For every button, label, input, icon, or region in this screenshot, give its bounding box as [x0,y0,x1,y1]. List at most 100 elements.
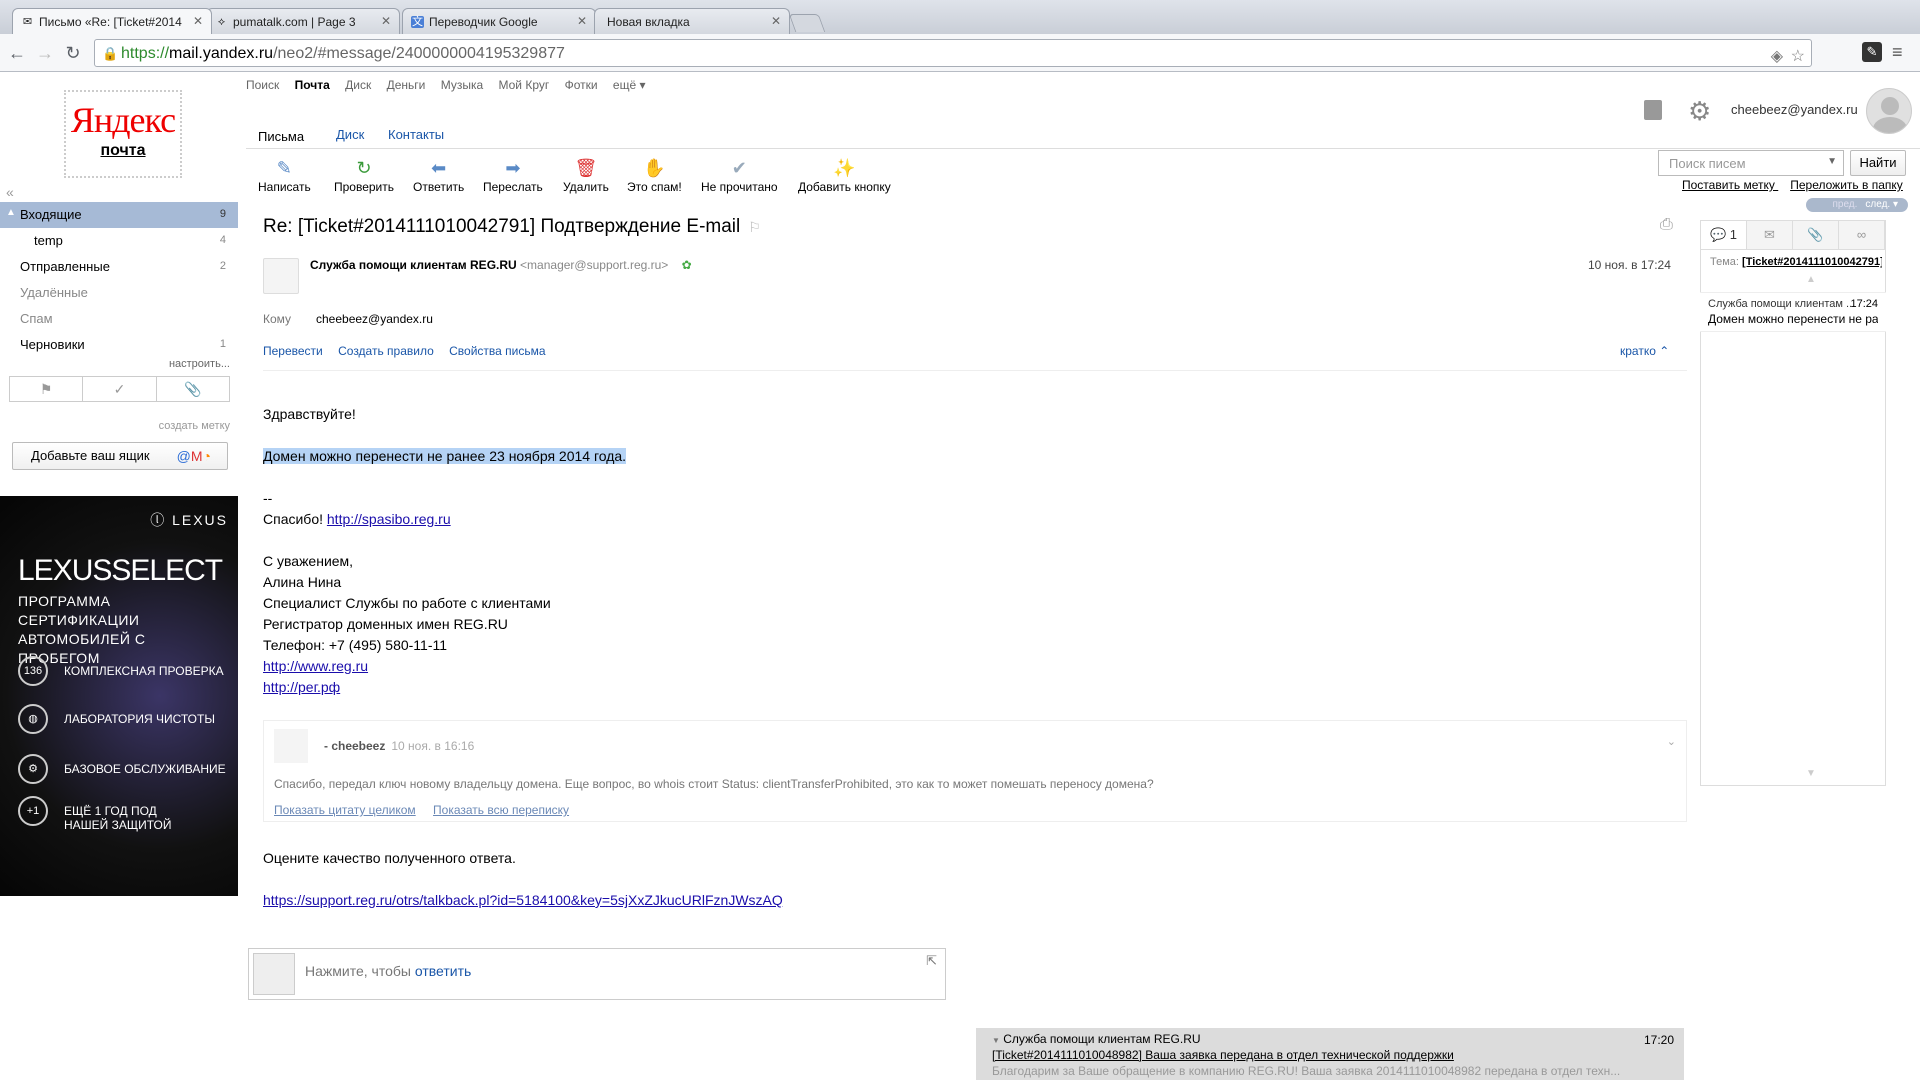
scroll-down-icon[interactable]: ▼ [1806,768,1816,779]
chevron-down-icon[interactable]: ⌄ [1667,735,1676,748]
close-icon[interactable]: ✕ [193,14,203,28]
lexus-advertisement[interactable]: ⓛ LEXUS LEXUSSELECT ПРОГРАММА СЕРТИФИКАЦ… [0,496,238,896]
spam-button[interactable]: ✋ Это спам! [627,158,682,194]
menu-icon[interactable]: ≡ [1892,42,1903,63]
add-mailbox-button[interactable]: Добавьте ваш ящик @M◔ [12,442,228,470]
user-email[interactable]: cheebeez@yandex.ru [1731,102,1858,117]
folder-deleted[interactable]: Удалённые [0,280,238,306]
new-mail-notification[interactable]: ▼ Служба помощи клиентам REG.RU 17:20 [T… [976,1028,1684,1080]
service-link-money[interactable]: Деньги [387,78,426,92]
show-thread-link[interactable]: Показать всю переписку [433,803,569,817]
attachment-tab-icon[interactable]: 📎 [1793,221,1839,249]
check-mail-button[interactable]: ↻ Проверить [334,158,394,194]
star-icon[interactable]: ☆ [1791,46,1805,66]
address-bar[interactable]: 🔒 https://mail.yandex.ru/neo2/#message/2… [94,39,1812,67]
close-icon[interactable]: ✕ [577,14,587,28]
folder-inbox[interactable]: ▲ Входящие 9 [0,202,238,228]
browser-tab-pumatalk[interactable]: ⟡ pumatalk.com | Page 3 ✕ [206,8,400,34]
brief-toggle[interactable]: кратко ⌃ [1620,344,1669,358]
prev-button[interactable]: пред. [1832,199,1857,210]
to-value[interactable]: cheebeez@yandex.ru [316,312,433,326]
browser-tab-new[interactable]: Новая вкладка ✕ [594,8,790,34]
sender-name: Служба помощи клиентам REG.RU [310,258,517,272]
delete-button[interactable]: 🗑 Удалить [563,158,609,194]
add-button-button[interactable]: ✨ Добавить кнопку [798,158,891,194]
yandex-mail-logo[interactable]: Яндекс почта [64,90,182,178]
reply-action-link[interactable]: ответить [415,963,471,979]
new-tab-button[interactable] [788,14,826,32]
divider [263,370,1687,371]
create-label-link[interactable]: создать метку [0,420,230,432]
quote-avatar [274,729,308,763]
thread-tab[interactable]: 💬 1 [1701,221,1747,249]
folder-spam[interactable]: Спам [0,306,238,332]
show-full-quote-link[interactable]: Показать цитату целиком [274,803,416,817]
flag-filter-icon[interactable]: ⚑ [10,377,84,401]
search-input[interactable]: Поиск писем ▼ [1658,150,1844,176]
next-button[interactable]: след. ▾ [1865,199,1898,210]
service-link-photos[interactable]: Фотки [565,78,598,92]
url-scheme: https:// [121,45,170,62]
set-label-link[interactable]: Поставить метку [1682,178,1775,192]
notification-subject[interactable]: [Ticket#2014111010048982] Ваша заявка пе… [992,1048,1668,1062]
back-icon[interactable]: ← [6,42,28,64]
tab-letters[interactable]: Письма [246,124,317,147]
chevron-down-icon[interactable]: ▼ [1827,156,1837,167]
search-button[interactable]: Найти [1850,150,1906,176]
reg-ru-link[interactable]: http://www.reg.ru [263,658,368,674]
service-link-mail[interactable]: Почта [295,78,330,92]
close-icon[interactable]: ✕ [771,14,781,28]
quoted-message[interactable]: - cheebeez 10 ноя. в 16:16 ⌄ Спасибо, пер… [263,720,1687,822]
forward-icon: ➡ [505,158,521,178]
flag-icon[interactable]: ⚐ [748,219,761,235]
translate-link[interactable]: Перевести [263,344,323,358]
thread-item-time: 17:24 [1850,298,1878,310]
reply-button[interactable]: ⬅ Ответить [413,158,464,194]
service-link-moikrug[interactable]: Мой Круг [498,78,549,92]
folder-temp[interactable]: temp 4 [0,228,238,254]
compose-button[interactable]: ✎ Написать [258,158,311,194]
reload-icon[interactable]: ↻ [62,42,84,64]
create-rule-link[interactable]: Создать правило [338,344,434,358]
forward-icon[interactable]: → [34,42,56,64]
forward-button[interactable]: ➡ Переслать [483,158,543,194]
mark-unread-button[interactable]: ✔ Не прочитано [701,158,778,194]
thread-item[interactable]: Служба помощи клиентам ... 17:24 Домен м… [1700,292,1886,332]
close-icon[interactable]: ✕ [381,14,391,28]
attachment-filter-icon[interactable]: 📎 [157,377,229,401]
sender-info[interactable]: Служба помощи клиентам REG.RU <manager@s… [310,258,692,272]
collapse-triangle-icon[interactable]: ▲ [6,207,16,218]
spasibo-link[interactable]: http://spasibo.reg.ru [327,511,451,527]
rate-text: Оцените качество полученного ответа. [263,850,516,866]
configure-link[interactable]: настроить... [0,358,230,370]
talkback-link[interactable]: https://support.reg.ru/otrs/talkback.pl?… [263,892,783,908]
pen-extension-icon[interactable]: ✎ [1862,42,1882,62]
quick-reply-box[interactable]: Нажмите, чтобы ответить ⇱ [248,948,946,1000]
envelope-tab-icon[interactable]: ✉ [1747,221,1793,249]
sparkle-icon: ✨ [833,158,856,178]
check-filter-icon[interactable]: ✓ [83,377,157,401]
collapse-sidebar-icon[interactable]: « [6,184,14,200]
reg-rf-link[interactable]: http://рег.рф [263,679,340,695]
address-book-icon[interactable] [1644,100,1662,120]
service-link-music[interactable]: Музыка [441,78,483,92]
user-avatar [253,953,295,995]
browser-tab-translate[interactable]: 文 Переводчик Google ✕ [402,8,596,34]
service-link-disk[interactable]: Диск [345,78,371,92]
service-link-more[interactable]: ещё ▾ [613,78,646,92]
move-to-folder-link[interactable]: Переложить в папку [1790,178,1903,192]
message-properties-link[interactable]: Свойства письма [449,344,545,358]
folder-drafts[interactable]: Черновики 1 [0,332,238,358]
expand-icon[interactable]: ⇱ [926,953,937,969]
scroll-up-icon[interactable]: ▲ [1806,274,1816,285]
service-link-search[interactable]: Поиск [246,78,279,92]
gear-icon[interactable]: ⚙ [1688,96,1711,127]
print-icon[interactable]: ⎙ [1660,216,1673,234]
extension-icon[interactable]: ◈ [1771,46,1783,66]
link-tab-icon[interactable]: ∞ [1839,221,1885,249]
folder-sent[interactable]: Отправленные 2 [0,254,238,280]
ad-title: LEXUSSELECT [18,554,223,587]
tab-disk[interactable]: Диск [324,124,376,145]
tab-contacts[interactable]: Контакты [376,124,456,145]
browser-tab-mail[interactable]: ✉ Письмо «Re: [Ticket#2014 ✕ [12,8,212,34]
